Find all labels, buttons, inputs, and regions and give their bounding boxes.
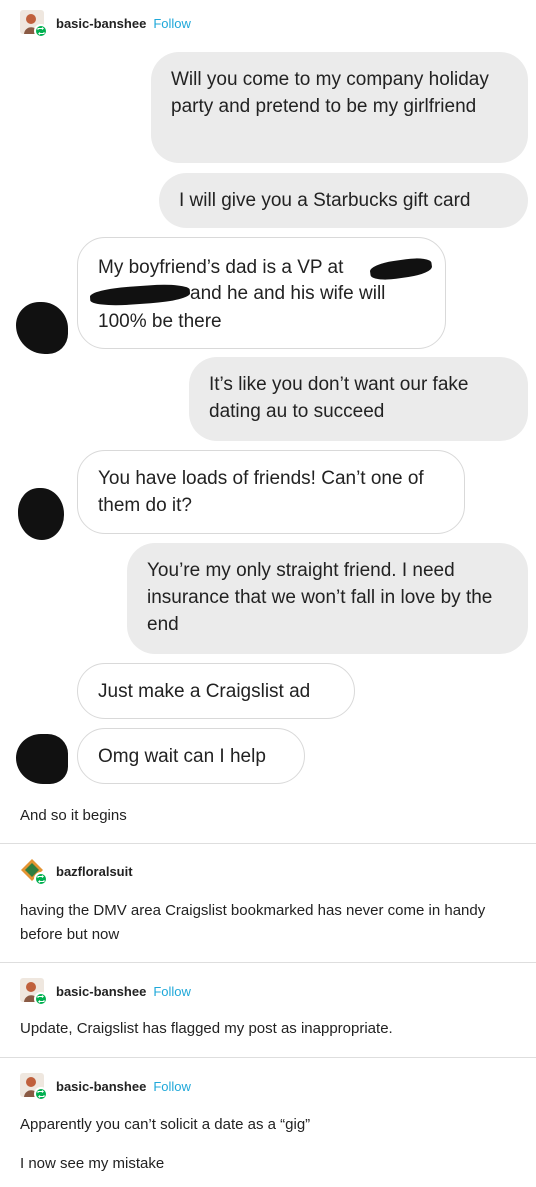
post-body: Apparently you can’t solicit a date as a… <box>20 1116 311 1133</box>
message-line: My boyfriend’s dad is a VP at <box>98 257 344 278</box>
avatar[interactable] <box>20 1073 48 1101</box>
redaction-scribble <box>369 255 433 283</box>
message-line: 100% be there <box>98 311 222 332</box>
message-bubble: It’s like you don’t want our fake dating… <box>189 357 528 441</box>
message-bubble: Will you come to my company holiday part… <box>151 52 528 163</box>
post-body: having the DMV area Craigslist bookmarke… <box>20 902 486 943</box>
post-body: I now see my mistake <box>20 1155 165 1172</box>
avatar[interactable] <box>20 978 48 1006</box>
follow-button[interactable]: Follow <box>153 984 191 999</box>
username[interactable]: basic-banshee <box>56 16 146 31</box>
message-line: and he and his wife will <box>190 283 386 304</box>
post-header: bazfloralsuit <box>20 858 133 886</box>
reblog-icon <box>34 1087 48 1101</box>
reblog-icon <box>34 992 48 1006</box>
post-header: basic-banshee Follow <box>20 978 191 1006</box>
post-body: Update, Craigslist has flagged my post a… <box>20 1020 393 1037</box>
post-body: And so it begins <box>20 807 127 824</box>
divider <box>0 843 536 844</box>
reblog-icon <box>34 24 48 38</box>
reblog-icon <box>34 872 48 886</box>
follow-button[interactable]: Follow <box>153 16 191 31</box>
avatar[interactable] <box>20 10 48 38</box>
username[interactable]: basic-banshee <box>56 984 146 999</box>
redacted-avatar <box>18 488 64 540</box>
post-header: basic-banshee Follow <box>20 10 191 38</box>
message-bubble: I will give you a Starbucks gift card <box>159 173 528 228</box>
message-bubble: You have loads of friends! Can’t one of … <box>77 450 465 534</box>
message-bubble: Just make a Craigslist ad <box>77 663 355 719</box>
username[interactable]: basic-banshee <box>56 1079 146 1094</box>
divider <box>0 962 536 963</box>
redaction-scribble <box>89 282 191 308</box>
follow-button[interactable]: Follow <box>153 1079 191 1094</box>
avatar[interactable] <box>20 858 48 886</box>
username[interactable]: bazfloralsuit <box>56 864 133 879</box>
redacted-avatar <box>16 734 68 784</box>
message-bubble: My boyfriend’s dad is a VP at and he and… <box>77 237 446 349</box>
divider <box>0 1057 536 1058</box>
redacted-avatar <box>16 302 68 354</box>
post-header: basic-banshee Follow <box>20 1073 191 1101</box>
message-bubble: Omg wait can I help <box>77 728 305 784</box>
message-bubble: You’re my only straight friend. I need i… <box>127 543 528 654</box>
